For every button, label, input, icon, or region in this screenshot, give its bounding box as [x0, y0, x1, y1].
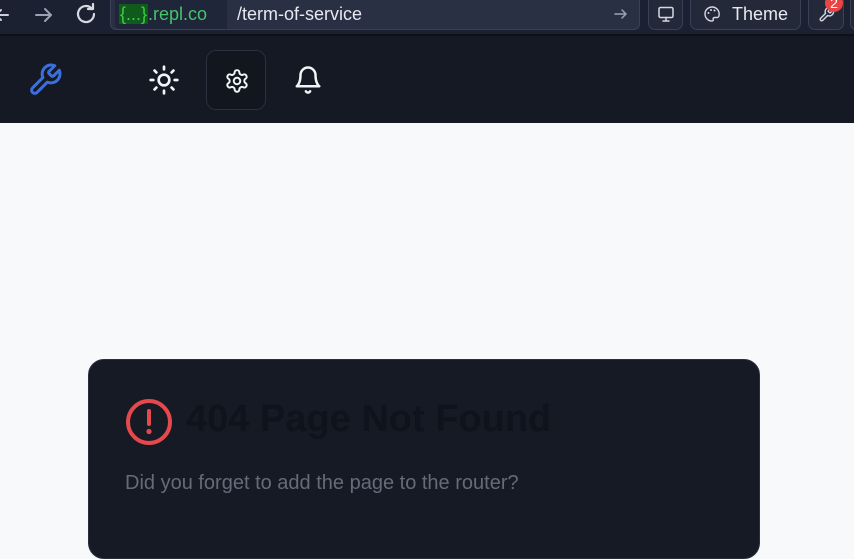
- theme-button[interactable]: Theme: [690, 0, 801, 30]
- sun-icon[interactable]: [148, 64, 180, 96]
- browser-toolbar: {...}.repl.co /term-of-service Theme 2: [0, 0, 854, 36]
- address-bar[interactable]: {...}.repl.co /term-of-service: [110, 0, 640, 30]
- gear-icon: [226, 69, 248, 93]
- devices-button[interactable]: [648, 0, 683, 30]
- back-arrow-icon[interactable]: [0, 3, 14, 27]
- notification-badge: 2: [825, 0, 843, 12]
- reload-icon[interactable]: [73, 1, 99, 27]
- settings-button[interactable]: [206, 50, 266, 110]
- alert-circle-icon: [126, 399, 172, 445]
- forward-arrow-icon[interactable]: [32, 3, 56, 27]
- not-found-card: 404 Page Not Found Did you forget to add…: [88, 359, 760, 559]
- go-arrow-icon[interactable]: [613, 6, 629, 22]
- theme-label: Theme: [732, 4, 789, 24]
- url-path: /term-of-service: [237, 4, 363, 24]
- overflow-button[interactable]: [850, 0, 854, 30]
- url-host: .repl.co: [148, 4, 208, 24]
- app-header: [0, 36, 854, 123]
- monitor-icon: [658, 6, 674, 22]
- bell-icon[interactable]: [293, 65, 323, 95]
- palette-icon: [704, 6, 720, 22]
- extensions-button[interactable]: 2: [808, 0, 844, 30]
- url-brace: {...}: [119, 4, 149, 24]
- url-domain: {...}.repl.co: [115, 0, 227, 29]
- error-description: Did you forget to add the page to the ro…: [125, 472, 519, 494]
- error-title: 404 Page Not Found: [186, 398, 552, 440]
- wrench-icon[interactable]: [27, 62, 63, 98]
